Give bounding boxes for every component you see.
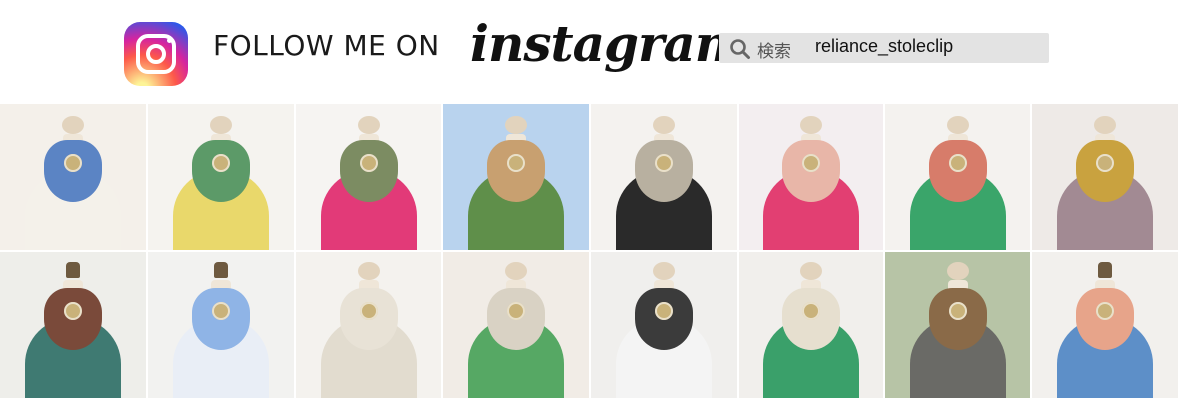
instagram-wordmark[interactable]: instagram [470,14,748,73]
stole-clip [655,154,673,172]
stole-clip [507,154,525,172]
follow-me-text: FOLLOW ME ON [213,29,440,62]
stole-clip [655,302,673,320]
photo-tile[interactable] [148,252,294,398]
search-input[interactable]: reliance_stoleclip [815,36,953,57]
mannequin-head [62,116,84,134]
mannequin-head [357,116,380,134]
photo-tile[interactable] [885,104,1030,250]
mannequin-head [653,116,675,134]
photo-tile[interactable] [739,104,883,250]
mannequin-finial [214,262,228,278]
stole-clip [359,302,378,320]
stole-clip [359,154,378,172]
stole-clip [948,302,967,320]
instagram-logo-icon[interactable] [124,22,188,86]
stole-clip [212,302,230,320]
photo-tile[interactable] [443,252,589,398]
mannequin-head [210,116,232,134]
mannequin-head [946,116,969,134]
camera-flash-icon [167,38,172,43]
photo-tile[interactable] [1032,104,1178,250]
photo-tile[interactable] [296,252,441,398]
search-bar[interactable]: 検索 reliance_stoleclip [719,33,1049,63]
search-label: 検索 [757,42,791,61]
photo-tile[interactable] [591,252,737,398]
photo-tile[interactable] [885,252,1030,398]
photo-tile[interactable] [0,252,146,398]
mannequin-finial [66,262,80,278]
stole-clip [507,302,525,320]
stole-clip [1096,154,1114,172]
mannequin-finial [800,262,822,280]
photo-tile[interactable] [443,104,589,250]
camera-lens-icon [146,44,166,64]
mannequin-finial [357,262,380,280]
mannequin-head [1094,116,1116,134]
stole-clip [1096,302,1114,320]
stole-clip [212,154,230,172]
photo-grid [0,104,1180,400]
search-icon [730,39,750,59]
stole-clip [64,154,82,172]
photo-tile[interactable] [148,104,294,250]
mannequin-head [800,116,822,134]
photo-tile[interactable] [296,104,441,250]
stole-clip [64,302,82,320]
mannequin-finial [946,262,969,280]
mannequin-finial [505,262,527,280]
mannequin-head [505,116,527,134]
mannequin-finial [653,262,675,280]
photo-tile[interactable] [591,104,737,250]
stole-clip [802,302,820,320]
mannequin-finial [1098,262,1112,278]
photo-tile[interactable] [739,252,883,398]
banner-header: FOLLOW ME ON instagram 検索 reliance_stole… [0,0,1180,104]
stole-clip [802,154,820,172]
photo-tile[interactable] [1032,252,1178,398]
photo-tile[interactable] [0,104,146,250]
stole-clip [948,154,967,172]
